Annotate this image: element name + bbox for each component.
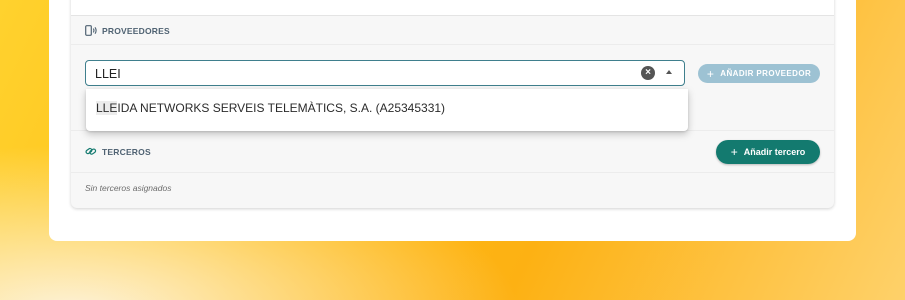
- option-rest-text: IDA NETWORKS SERVEIS TELEMÀTICS, S.A. (A…: [117, 101, 446, 115]
- providers-section-title: PROVEEDORES: [85, 25, 170, 36]
- link-icon: [85, 146, 98, 157]
- third-parties-section-title: TERCEROS: [85, 146, 151, 157]
- providers-title-text: PROVEEDORES: [102, 25, 170, 36]
- add-provider-button[interactable]: + AÑADIR PROVEEDOR: [698, 64, 820, 83]
- phone-wave-icon: [85, 25, 98, 36]
- clear-icon[interactable]: ×: [641, 66, 655, 80]
- section-divider: [71, 44, 834, 45]
- option-matched-text: LLE: [96, 101, 118, 115]
- provider-search-value[interactable]: LLEI: [95, 67, 121, 81]
- provider-search-input[interactable]: LLEI ×: [85, 60, 685, 86]
- section-divider: [71, 172, 834, 173]
- add-third-party-label: Añadir tercero: [743, 147, 806, 157]
- caret-up-icon[interactable]: [666, 70, 672, 74]
- add-third-party-button[interactable]: + Añadir tercero: [716, 140, 820, 164]
- plus-icon: +: [730, 145, 738, 159]
- add-provider-label: AÑADIR PROVEEDOR: [720, 69, 812, 78]
- previous-section-area: [71, 0, 834, 16]
- third-parties-empty-text: Sin terceros asignados: [85, 183, 172, 193]
- provider-autocomplete-dropdown: LLEIDA NETWORKS SERVEIS TELEMÀTICS, S.A.…: [86, 89, 688, 131]
- autocomplete-option[interactable]: LLEIDA NETWORKS SERVEIS TELEMÀTICS, S.A.…: [96, 101, 445, 115]
- plus-icon: +: [706, 66, 715, 81]
- third-parties-title-text: TERCEROS: [102, 146, 151, 157]
